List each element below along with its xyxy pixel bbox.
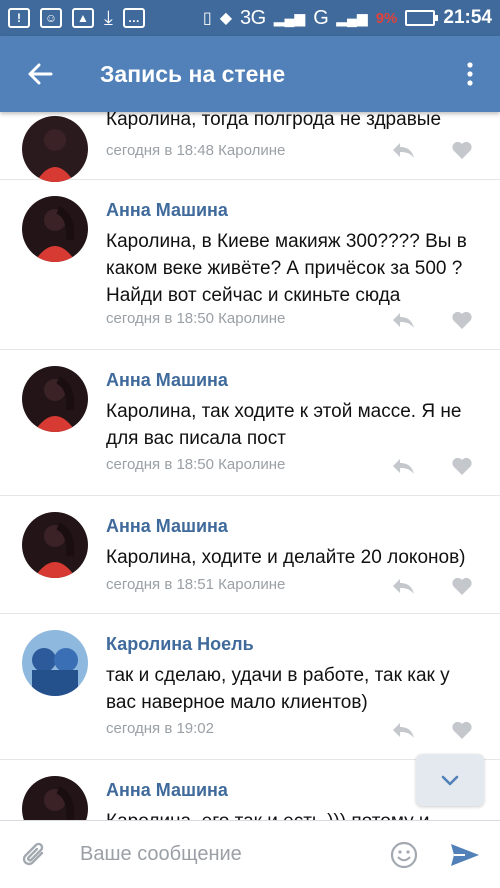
comment-author[interactable]: Анна Машина — [106, 370, 228, 391]
comment-meta: сегодня в 18:51 Каролине — [106, 576, 286, 593]
comment-meta: сегодня в 18:50 Каролине — [106, 456, 286, 473]
comment-meta: сегодня в 19:02 — [106, 720, 214, 737]
comment-text: Каролина, ходите и делайте 20 локонов) — [106, 547, 466, 568]
comment-item: Каролина Ноель так и сделаю, удачи в раб… — [0, 614, 500, 760]
message-notification-icon: … — [122, 8, 145, 28]
status-indicators: ▯ ◆ 3G ▂▄▆ G ▂▄▆ 9% 21:54 — [203, 7, 492, 30]
comment-meta: сегодня в 18:48 Каролине — [106, 142, 286, 159]
app-bar: Запись на стене — [0, 36, 500, 112]
battery-icon — [405, 10, 439, 26]
comment-text: Каролина, так ходите к этой массе. Я не … — [106, 401, 462, 449]
wifi-icon: ◆ — [219, 10, 233, 27]
avatar[interactable] — [22, 512, 88, 578]
avatar[interactable] — [22, 776, 88, 820]
more-menu-button[interactable] — [440, 36, 500, 112]
comment-author[interactable]: Анна Машина — [106, 200, 228, 221]
message-input[interactable] — [70, 832, 378, 877]
paperclip-icon — [22, 842, 44, 865]
network-type-2: G — [313, 6, 329, 29]
comment-meta: сегодня в 18:50 Каролине — [106, 310, 286, 327]
send-icon — [451, 843, 479, 866]
clock: 21:54 — [443, 7, 492, 28]
like-icon[interactable] — [451, 576, 473, 596]
comment-text: Каролина, тогда полгрода не здравые — [106, 112, 442, 130]
back-button[interactable] — [0, 36, 80, 112]
smile-notification-icon: ☺ — [40, 8, 62, 28]
arrow-left-icon — [28, 63, 53, 85]
alert-notification-icon: ! — [8, 8, 30, 28]
chevron-down-icon — [441, 775, 459, 785]
signal-icon-2: ▂▄▆ — [336, 9, 368, 26]
scroll-down-button[interactable] — [416, 754, 484, 806]
avatar[interactable] — [22, 630, 88, 696]
message-composer — [0, 820, 500, 888]
signal-icon: ▂▄▆ — [273, 9, 306, 26]
comment-item: Анна Машина Каролина, ходите и делайте 2… — [0, 496, 500, 614]
reply-icon[interactable] — [390, 576, 416, 596]
avatar[interactable] — [22, 366, 88, 432]
avatar[interactable] — [22, 196, 88, 262]
comment-text: так и сделаю, удачи в работе, так как у … — [106, 665, 450, 713]
emoji-button[interactable] — [378, 821, 430, 888]
reply-icon[interactable] — [390, 720, 416, 740]
smiley-icon — [390, 841, 418, 868]
comment-item: Каролина, тогда полгрода не здравые сего… — [0, 112, 500, 182]
more-vertical-icon — [467, 62, 473, 86]
comment-item: Анна Машина Каролина, в Киеве макияж 300… — [0, 180, 500, 350]
image-notification-icon: ▲ — [72, 8, 94, 28]
like-icon[interactable] — [451, 310, 473, 330]
reply-icon[interactable] — [390, 310, 416, 330]
like-icon[interactable] — [451, 456, 473, 476]
notification-icons: ! ☺ ▲ ⤓ … — [8, 7, 145, 30]
send-button[interactable] — [430, 821, 500, 888]
battery-percent: 9% — [375, 9, 398, 27]
attach-button[interactable] — [0, 821, 70, 888]
comment-text: Каролина, его так и есть ))) потому и — [106, 808, 476, 820]
comment-author[interactable]: Анна Машина — [106, 780, 228, 801]
comment-text: Каролина, в Киеве макияж 300???? Вы в ка… — [106, 231, 467, 306]
reply-icon[interactable] — [390, 140, 416, 160]
page-title: Запись на стене — [100, 60, 286, 87]
comment-author[interactable]: Каролина Ноель — [106, 634, 254, 655]
like-icon[interactable] — [451, 140, 473, 160]
download-icon: ⤓ — [104, 6, 113, 29]
vibrate-icon: ▯ — [202, 10, 212, 27]
avatar[interactable] — [22, 116, 88, 182]
comment-item: Анна Машина Каролина, так ходите к этой … — [0, 350, 500, 496]
comment-feed[interactable]: Каролина, тогда полгрода не здравые сего… — [0, 112, 500, 820]
network-type: 3G — [240, 6, 266, 29]
like-icon[interactable] — [451, 720, 473, 740]
status-bar: ! ☺ ▲ ⤓ … ▯ ◆ 3G ▂▄▆ G ▂▄▆ 9% 21:54 — [0, 0, 500, 36]
reply-icon[interactable] — [390, 456, 416, 476]
comment-author[interactable]: Анна Машина — [106, 516, 228, 537]
